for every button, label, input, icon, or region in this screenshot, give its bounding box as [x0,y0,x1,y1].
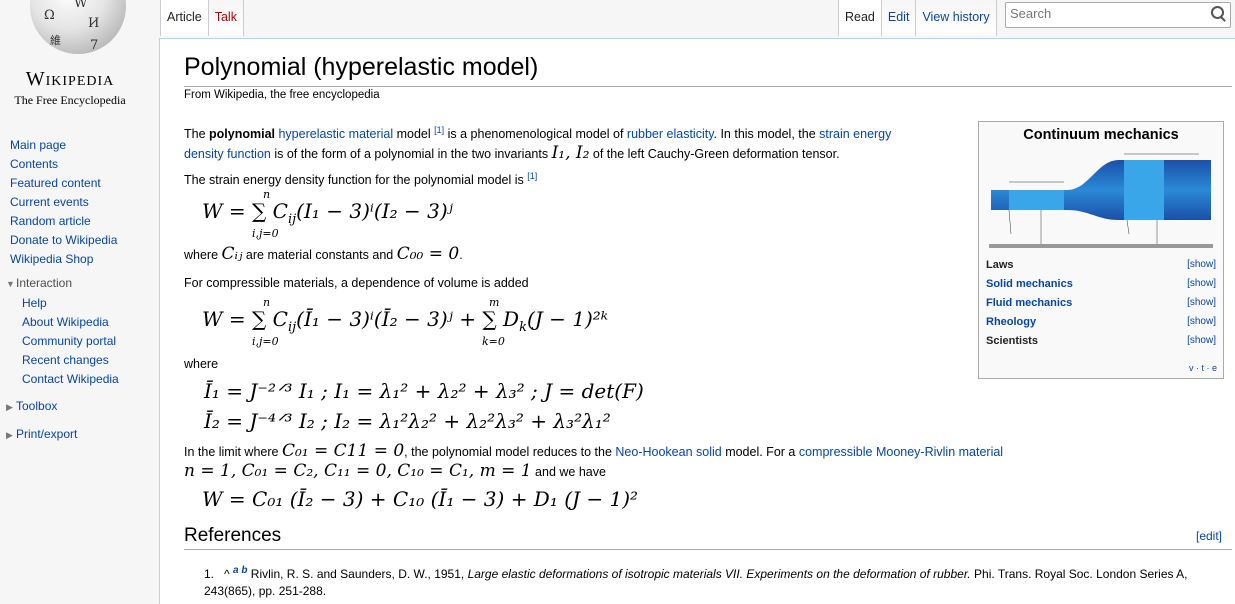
search-input[interactable] [1010,6,1200,21]
equation-mooney-rivlin: W = C₀₁ (Ī₂ − 3) + C₁₀ (Ī₁ − 3) + D₁ (J … [202,487,639,511]
backlink-a[interactable]: a [233,565,239,576]
paragraph-where: where [184,357,219,371]
navbox-row-laws: Laws [show] [986,259,1216,271]
wordmark: Wikipedia [25,68,115,90]
paragraph-sedf: The strain energy density function for t… [184,171,538,188]
navbox-row-solid-mechanics: Solid mechanics [show] [986,278,1216,290]
navbox-continuum-mechanics: Continuum mechanics Laws [show] Solid me… [978,121,1224,379]
nav-shop[interactable]: Wikipedia Shop [10,252,93,266]
citation-1[interactable]: [1] [527,171,537,181]
expand-triangle-right-icon: ▶ [6,402,13,412]
tab-read[interactable]: Read [838,0,882,36]
pipe-flow-diagram [989,153,1213,248]
link-strain-energy[interactable]: strain energy [819,127,891,141]
nav-featured-content[interactable]: Featured content [10,176,101,190]
view-tabs: Read Edit View history [838,0,997,38]
citation-1[interactable]: [1] [434,125,444,135]
nav-main-page[interactable]: Main page [10,138,66,152]
nav-donate[interactable]: Donate to Wikipedia [10,233,117,247]
show-toggle[interactable]: [show] [1187,335,1216,346]
show-toggle[interactable]: [show] [1187,297,1216,308]
tab-view-history[interactable]: View history [916,0,997,36]
tab-article[interactable]: Article [160,0,209,36]
tab-edit[interactable]: Edit [881,0,917,36]
interaction-heading[interactable]: ▼Interaction [6,276,72,290]
tab-talk[interactable]: Talk [208,0,244,36]
main-navigation: Main page Contents Featured content Curr… [10,136,117,269]
nav-help[interactable]: Help [22,296,47,310]
nav-current-events[interactable]: Current events [10,195,89,209]
link-rubber-elasticity[interactable]: rubber elasticity [627,127,714,141]
show-toggle[interactable]: [show] [1187,259,1216,270]
nav-about[interactable]: About Wikipedia [22,315,109,329]
nav-contact[interactable]: Contact Wikipedia [22,372,119,386]
nav-recent-changes[interactable]: Recent changes [22,353,109,367]
nav-community-portal[interactable]: Community portal [22,334,116,348]
interaction-list: Help About Wikipedia Community portal Re… [22,294,119,389]
link-hyperelastic-material[interactable]: hyperelastic material [278,127,393,141]
math-invariants: I₁, I₂ [551,143,590,164]
tagline: The Free Encyclopedia [14,93,126,107]
article-content: Polynomial (hyperelastic model) From Wik… [159,38,1235,604]
show-toggle[interactable]: [show] [1187,278,1216,289]
nav-random-article[interactable]: Random article [10,214,91,228]
paragraph-limit: In the limit where C₀₁ = C11 = 0, the po… [184,441,1004,461]
vte-links[interactable]: v · t · e [1189,363,1217,373]
navbox-row-rheology: Rheology [show] [986,316,1216,328]
link-density-function[interactable]: density function [184,147,271,161]
paragraph-constants: where Cᵢⱼ are material constants and C₀₀… [184,244,463,264]
references-divider [184,549,1232,550]
expand-triangle-down-icon: ▼ [6,279,15,289]
expand-triangle-right-icon: ▶ [6,430,13,440]
search-box [1005,2,1231,28]
search-icon[interactable] [1211,6,1224,19]
toolbox-heading[interactable]: ▶ Toolbox [6,399,57,413]
page-title: Polynomial (hyperelastic model) [184,53,539,81]
navbox-row-scientists: Scientists [show] [986,335,1216,347]
show-toggle[interactable]: [show] [1187,316,1216,327]
namespace-tabs: Article Talk [160,0,244,38]
link-mooney-rivlin[interactable]: compressible Mooney-Rivlin material [799,445,1003,459]
navbox-row-fluid-mechanics: Fluid mechanics [show] [986,297,1216,309]
site-sub: From Wikipedia, the free encyclopedia [184,89,380,101]
paragraph-parameters: n = 1, C₀₁ = C₂, C₁₁ = 0, C₁₀ = C₁, m = … [184,461,606,481]
link-neo-hookean-solid[interactable]: Neo-Hookean solid [615,445,721,459]
title-divider [184,86,1232,87]
navbox-title: Continuum mechanics [1023,127,1179,143]
equation-compressible: W = ∑ Cij(Ī₁ − 3)ⁱ(Ī₂ − 3)ʲ + ∑ Dk(J − 1… [202,307,609,335]
intro-paragraph: The polynomial hyperelastic material mod… [184,125,892,164]
equation-invariant-2: Ī₂ = J⁻⁴ᐟ³ I₂ ; I₂ = λ₁²λ₂² + λ₂²λ₃² + λ… [204,409,611,433]
print-export-heading[interactable]: ▶ Print/export [6,427,77,441]
edit-section-link[interactable]: [edit] [1196,529,1222,543]
paragraph-compressible: For compressible materials, a dependence… [184,276,529,290]
wikipedia-logo[interactable]: Ω И 維 W 7 Wikipedia The Free Encyclopedi… [0,0,160,120]
references-heading: References [184,525,282,546]
puzzle-globe-icon: Ω И 維 W 7 [30,0,126,54]
equation-invariant-1: Ī₁ = J⁻²ᐟ³ I₁ ; I₁ = λ₁² + λ₂² + λ₃² ; J… [204,379,644,403]
reference-1: 1. ^ a b Rivlin, R. S. and Saunders, D. … [204,565,1188,598]
equation-strain-energy: W = ∑ Cij(I₁ − 3)ⁱ(I₂ − 3)ʲ [202,199,453,227]
nav-contents[interactable]: Contents [10,157,58,171]
backlink-caret: ^ [224,567,230,581]
